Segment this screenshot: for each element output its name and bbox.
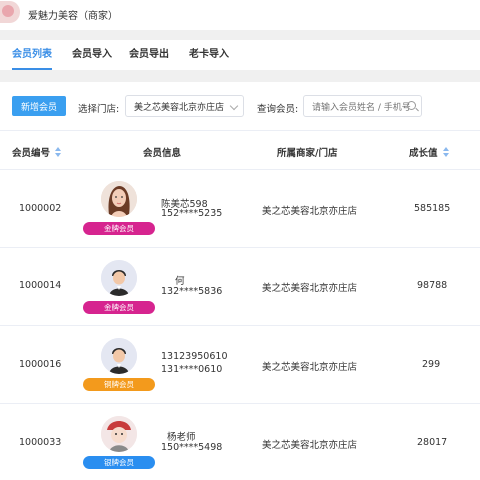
female-portrait-icon: [101, 181, 137, 217]
member-phone: 131****0610: [161, 364, 223, 375]
growth-value: 98788: [417, 280, 448, 291]
divider: [0, 30, 480, 40]
store-select-value: 美之芯美容北京亦庄店: [134, 103, 225, 113]
level-badge: 银牌会员: [83, 456, 155, 469]
tab-member-list[interactable]: 会员列表: [12, 40, 52, 70]
member-id: 1000002: [19, 203, 62, 214]
store-select[interactable]: 美之芯美容北京亦庄店: [125, 95, 244, 117]
tab-bar: 会员列表 会员导入 会员导出 老卡导入: [0, 40, 480, 70]
table-row[interactable]: 1000014 金牌会员 何 132****5836 美之芯美容北京亦庄店 98…: [0, 248, 480, 326]
add-member-button[interactable]: 新增会员: [12, 96, 66, 116]
growth-value: 28017: [417, 437, 448, 448]
level-badge: 铜牌会员: [83, 378, 155, 391]
top-bar: 爱魅力美容（商家）: [0, 0, 480, 30]
column-header-member-info: 会员信息: [143, 148, 182, 159]
member-id: 1000016: [19, 359, 62, 370]
store-select-label: 选择门店:: [78, 104, 120, 115]
member-phone: 150****5498: [161, 442, 223, 453]
growth-value: 585185: [414, 203, 451, 214]
sort-icon[interactable]: [54, 147, 62, 157]
member-store: 美之芯美容北京亦庄店: [262, 206, 358, 217]
member-avatar: [101, 416, 137, 452]
tab-member-export[interactable]: 会员导出: [129, 40, 169, 70]
divider: [0, 70, 480, 82]
member-search-input[interactable]: [303, 95, 422, 117]
member-id: 1000033: [19, 437, 62, 448]
store-name: 爱魅力美容（商家）: [28, 11, 118, 22]
member-store: 美之芯美容北京亦庄店: [262, 362, 358, 373]
sort-icon[interactable]: [442, 147, 450, 157]
query-member-label: 查询会员:: [257, 104, 299, 115]
search-icon[interactable]: [407, 101, 416, 110]
store-logo: [0, 1, 20, 23]
table-row[interactable]: 1000033 银牌会员 杨老师 150****5498 美之芯美容北京亦庄店 …: [0, 404, 480, 480]
default-user-icon: [101, 338, 137, 374]
member-store: 美之芯美容北京亦庄店: [262, 440, 358, 451]
default-user-icon: [101, 260, 137, 296]
member-avatar: [101, 181, 137, 217]
table-row[interactable]: 1000002 金牌会员 陈美芯598 152****5235 美之芯美容北京亦…: [0, 170, 480, 248]
level-badge: 金牌会员: [83, 222, 155, 235]
member-avatar: [101, 260, 137, 296]
member-name: 何: [175, 276, 185, 287]
column-header-growth[interactable]: 成长值: [409, 145, 450, 159]
member-avatar: [101, 338, 137, 374]
tab-old-card-import[interactable]: 老卡导入: [189, 40, 229, 70]
tab-member-import[interactable]: 会员导入: [72, 40, 112, 70]
chevron-down-icon: [229, 101, 239, 111]
table-row[interactable]: 1000016 铜牌会员 13123950610 131****0610 美之芯…: [0, 326, 480, 404]
member-name: 13123950610: [161, 351, 228, 362]
level-badge: 金牌会员: [83, 301, 155, 314]
member-name: 杨老师: [167, 432, 196, 443]
column-header-member-id[interactable]: 会员编号: [12, 145, 62, 159]
member-phone: 152****5235: [161, 208, 223, 219]
member-store: 美之芯美容北京亦庄店: [262, 283, 358, 294]
filter-toolbar: 新增会员 选择门店: 美之芯美容北京亦庄店 查询会员:: [0, 82, 480, 130]
growth-value: 299: [422, 359, 441, 370]
table-header: 会员编号 会员信息 所属商家/门店 成长值: [0, 130, 480, 170]
column-header-store: 所属商家/门店: [277, 148, 338, 159]
cartoon-portrait-icon: [101, 416, 137, 452]
member-id: 1000014: [19, 280, 62, 291]
member-phone: 132****5836: [161, 286, 223, 297]
